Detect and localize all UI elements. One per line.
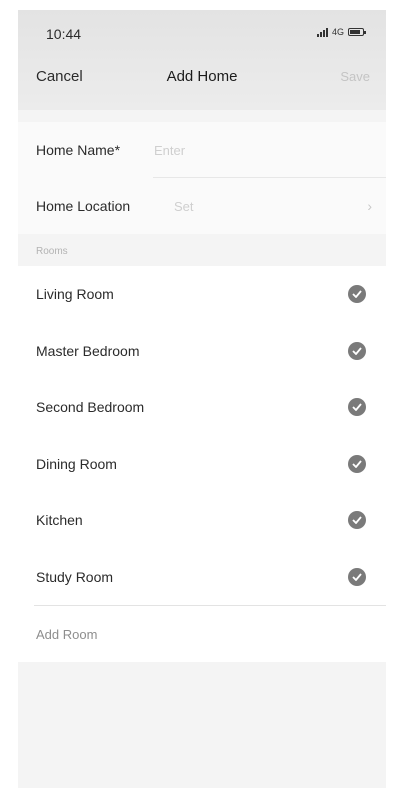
phone-screen: 10:44 4G Cancel Add Home Save Home Name*…	[18, 10, 386, 788]
home-location-value[interactable]: Set	[174, 199, 194, 214]
status-time: 10:44	[46, 26, 82, 42]
room-item[interactable]: Living Room	[18, 266, 386, 323]
signal-icon	[316, 27, 328, 37]
home-name-input[interactable]: Enter	[154, 143, 185, 158]
room-name: Dining Room	[36, 455, 117, 472]
room-item[interactable]: Second Bedroom	[18, 379, 386, 436]
room-name: Second Bedroom	[36, 399, 145, 416]
navigation-bar: Cancel Add Home Save	[18, 58, 386, 98]
room-item[interactable]: Study Room	[18, 549, 386, 606]
battery-icon	[348, 28, 366, 36]
room-item[interactable]: Master Bedroom	[18, 323, 386, 380]
save-button[interactable]: Save	[340, 69, 370, 84]
status-indicators: 4G	[316, 27, 366, 37]
room-name: Living Room	[36, 286, 114, 303]
room-item[interactable]: Dining Room	[18, 436, 386, 493]
home-form: Home Name* Enter Home Location Set ›	[18, 122, 386, 234]
rooms-list: Living Room Master Bedroom Second Bedroo…	[18, 266, 386, 662]
home-location-row[interactable]: Home Location Set ›	[18, 178, 386, 234]
network-type: 4G	[331, 27, 344, 37]
room-item[interactable]: Kitchen	[18, 492, 386, 549]
rooms-section-label: Rooms	[36, 246, 68, 257]
room-name: Kitchen	[36, 512, 83, 529]
chevron-right-icon: ›	[367, 198, 372, 214]
check-circle-icon[interactable]	[348, 454, 366, 473]
add-room-button[interactable]: Add Room	[18, 606, 386, 662]
check-circle-icon[interactable]	[348, 511, 366, 530]
check-circle-icon[interactable]	[348, 398, 366, 417]
status-bar: 10:44 4G	[18, 10, 386, 54]
home-name-row[interactable]: Home Name* Enter	[18, 122, 386, 178]
page-title: Add Home	[166, 68, 238, 85]
home-name-label: Home Name*	[36, 142, 121, 158]
check-circle-icon[interactable]	[348, 285, 366, 304]
check-circle-icon[interactable]	[348, 567, 366, 586]
room-name: Study Room	[36, 568, 114, 585]
check-circle-icon[interactable]	[348, 341, 366, 360]
room-name: Master Bedroom	[36, 342, 140, 359]
add-room-label: Add Room	[36, 626, 98, 642]
home-location-label: Home Location	[36, 198, 131, 214]
header-area: 10:44 4G Cancel Add Home Save	[18, 10, 386, 110]
